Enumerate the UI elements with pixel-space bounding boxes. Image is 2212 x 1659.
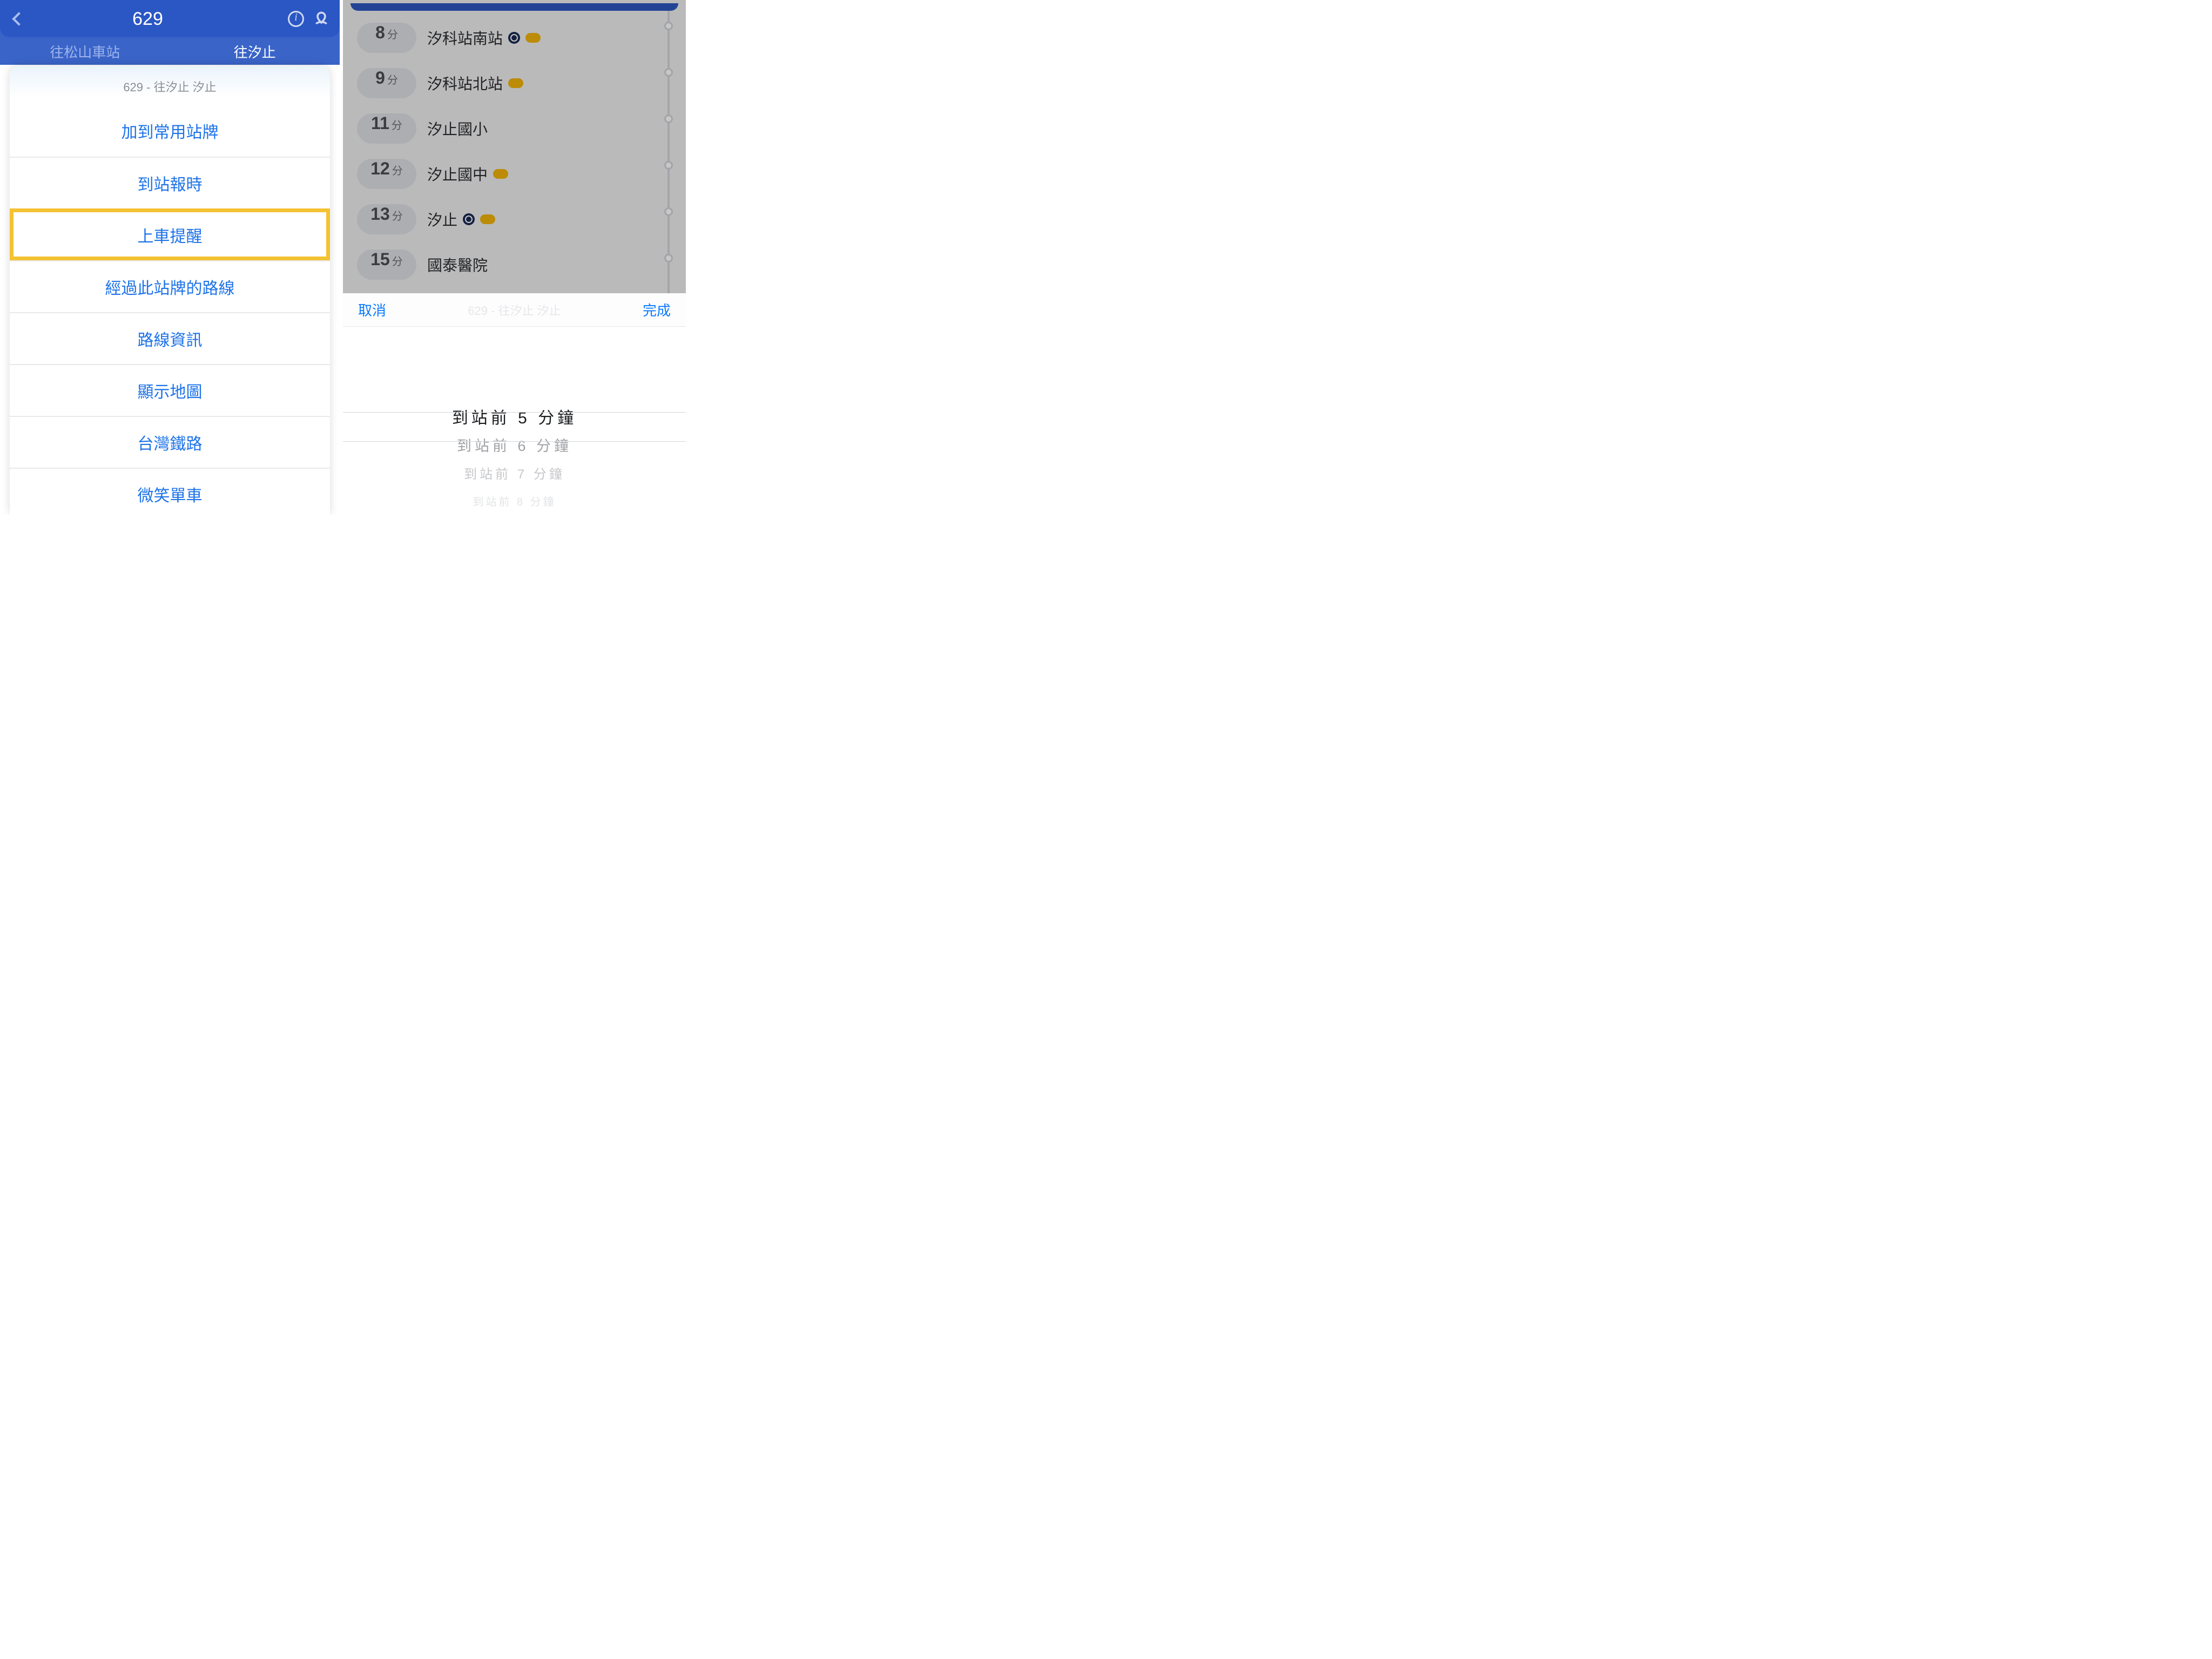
header-peek (350, 3, 678, 11)
stop-row[interactable]: 15分國泰醫院 (343, 242, 686, 287)
tab-xizhi[interactable]: 往汐止 (170, 42, 340, 62)
arrival-time-pill: 9分 (357, 68, 416, 98)
arrival-time-pill: 15分 (357, 249, 416, 280)
picker-option-selected[interactable]: 到站前 5 分鐘 (452, 402, 577, 430)
menu-item-2[interactable]: 上車提醒 (10, 208, 330, 260)
picker-option[interactable]: 到站前 6 分鐘 (457, 430, 572, 458)
rail-icon (463, 213, 475, 225)
stop-name: 汐止國中 (427, 163, 672, 185)
info-icon[interactable] (288, 11, 304, 27)
stop-row[interactable]: 11分汐止國小 (343, 106, 686, 151)
bike-icon (493, 169, 508, 179)
picker-option[interactable]: 到站前 7 分鐘 (464, 458, 565, 487)
arrival-time-pill: 8分 (357, 23, 416, 53)
direction-tabs: 往松山車站 往汐止 (0, 38, 340, 65)
stop-name: 汐科站北站 (427, 72, 672, 94)
stop-row[interactable]: 13分汐止 (343, 197, 686, 242)
menu-item-4[interactable]: 路線資訊 (10, 312, 330, 364)
stop-name: 國泰醫院 (427, 254, 672, 275)
stop-name: 汐止國小 (427, 118, 672, 139)
stop-row[interactable]: 12分汐止國中 (343, 151, 686, 197)
stop-row[interactable]: 8分汐科站南站 (343, 15, 686, 60)
time-picker-panel: 取消 629 - 往汐止 汐止 完成 到站前 5 分鐘 到站前 6 分鐘 到站前… (343, 293, 686, 515)
tab-songshan[interactable]: 往松山車站 (0, 42, 170, 62)
menu-item-7[interactable]: 微笑單車 (10, 468, 330, 515)
done-button[interactable]: 完成 (643, 300, 671, 320)
arrival-time-pill: 11分 (357, 113, 416, 144)
stop-name: 汐止 (427, 208, 672, 230)
menu-item-1[interactable]: 到站報時 (10, 157, 330, 208)
menu-item-3[interactable]: 經過此站牌的路線 (10, 260, 330, 312)
bike-icon (480, 214, 495, 224)
route-header: 629 往松山車站 往汐止 (0, 0, 340, 65)
cancel-button[interactable]: 取消 (358, 300, 386, 320)
picker-wheel[interactable]: 到站前 5 分鐘 到站前 6 分鐘 到站前 7 分鐘 到站前 8 分鐘 (343, 327, 686, 515)
location-icon[interactable] (314, 11, 329, 26)
picker-option[interactable]: 到站前 8 分鐘 (473, 487, 556, 515)
stop-name: 汐科站南站 (427, 27, 672, 49)
menu-item-5[interactable]: 顯示地圖 (10, 364, 330, 416)
menu-item-6[interactable]: 台灣鐵路 (10, 416, 330, 468)
route-number: 629 (8, 9, 288, 30)
menu-item-0[interactable]: 加到常用站牌 (10, 105, 330, 157)
arrival-time-pill: 13分 (357, 204, 416, 234)
arrival-time-pill: 12分 (357, 159, 416, 189)
bike-icon (508, 78, 523, 88)
bike-icon (525, 33, 541, 43)
sheet-title: 629 - 往汐止 汐止 (10, 66, 330, 105)
action-sheet: 629 - 往汐止 汐止 加到常用站牌到站報時上車提醒經過此站牌的路線路線資訊顯… (10, 66, 330, 515)
rail-icon (508, 32, 520, 44)
picker-title: 629 - 往汐止 汐止 (468, 301, 561, 319)
stop-row[interactable]: 9分汐科站北站 (343, 60, 686, 106)
